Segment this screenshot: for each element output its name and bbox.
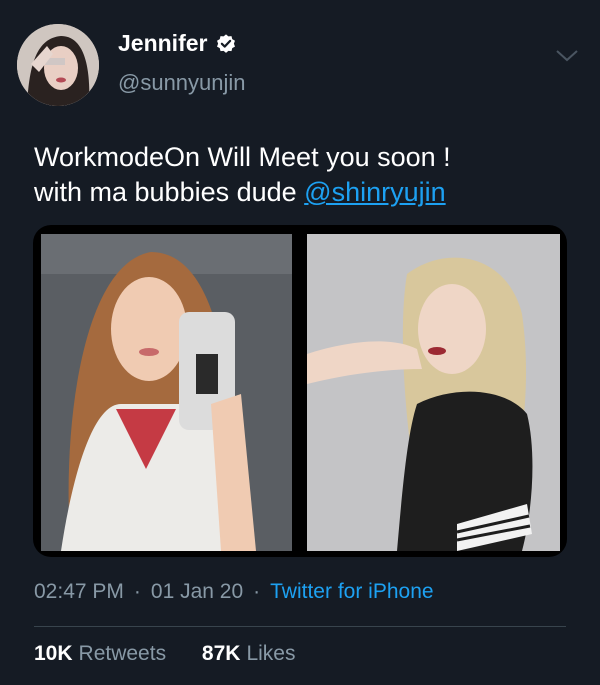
tweet-text-prefix: with ma bubbies dude [34,177,305,207]
verified-badge-icon [217,33,236,53]
meta-separator: · [133,580,141,603]
tweet-stats: 10K Retweets 87K Likes [34,642,325,666]
tweet-source-link[interactable]: Twitter for iPhone [270,580,433,603]
chevron-down-icon[interactable] [555,48,579,64]
tweet-time: 02:47 PM [34,580,124,603]
avatar-image [17,24,99,106]
retweets-count: 10K [34,642,73,665]
retweets-stat[interactable]: 10K Retweets [34,642,166,666]
selfie-photo[interactable] [41,234,292,551]
retweets-label: Retweets [78,642,167,665]
portrait-photo[interactable] [307,234,560,551]
tweet-meta: 02:47 PM · 01 Jan 20 · Twitter for iPhone [34,580,434,604]
avatar[interactable] [17,24,99,106]
likes-label: Likes [246,642,296,665]
user-handle[interactable]: @sunnyunjin [118,70,246,96]
tweet-media [33,225,567,557]
tweet-text: WorkmodeOn Will Meet you soon ! with ma … [34,140,574,210]
likes-count: 87K [201,642,241,665]
tweet-date: 01 Jan 20 [150,580,244,603]
tweet-text-line-1: WorkmodeOn Will Meet you soon ! [34,142,451,172]
divider [34,626,566,627]
user-name[interactable]: Jennifer [118,30,207,57]
meta-separator: · [253,580,261,603]
tweet-text-line-2: with ma bubbies dude @shinryujin [34,175,574,210]
mention-link[interactable]: @shinryujin [304,177,445,207]
likes-stat[interactable]: 87K Likes [202,642,296,666]
